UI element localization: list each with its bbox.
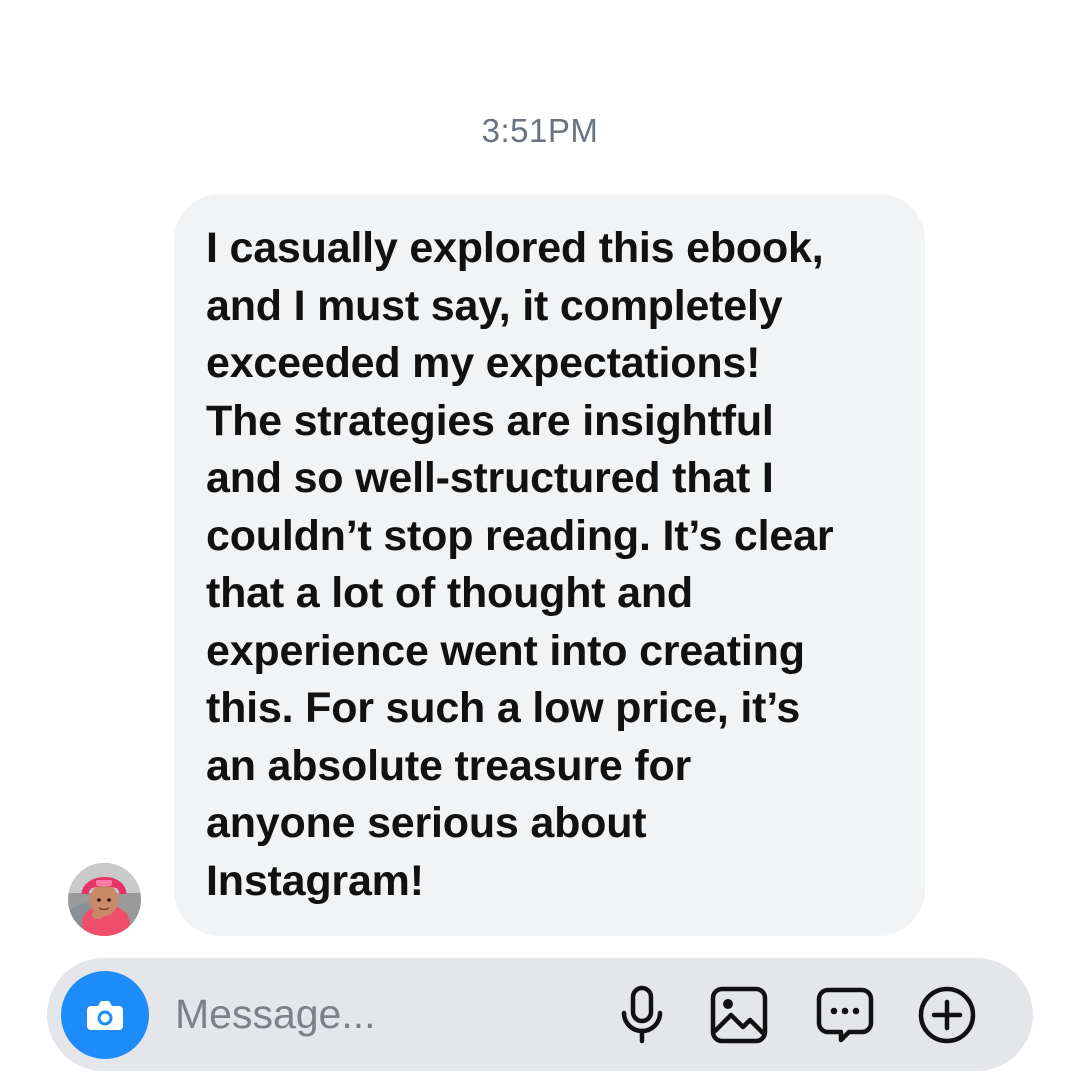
message-bubble[interactable]: I casually explored this ebook, and I mu… <box>174 194 925 936</box>
message-composer <box>47 958 1033 1071</box>
camera-icon <box>87 1001 123 1030</box>
more-button[interactable] <box>917 985 977 1045</box>
message-text: I casually explored this ebook, and I mu… <box>206 224 834 905</box>
microphone-icon <box>621 985 663 1044</box>
microphone-button[interactable] <box>612 985 672 1045</box>
avatar-image <box>68 863 141 936</box>
sticker-button[interactable] <box>815 985 875 1045</box>
message-timestamp: 3:51PM <box>481 112 599 149</box>
message-input[interactable] <box>175 984 575 1044</box>
sender-avatar[interactable] <box>68 863 141 936</box>
gallery-icon <box>710 986 768 1044</box>
camera-button[interactable] <box>61 971 149 1059</box>
plus-icon <box>918 986 976 1044</box>
chat-screen: 3:51PM I casually explored this ebook, a… <box>0 0 1080 1080</box>
gallery-button[interactable] <box>709 985 769 1045</box>
sticker-icon <box>816 987 874 1043</box>
